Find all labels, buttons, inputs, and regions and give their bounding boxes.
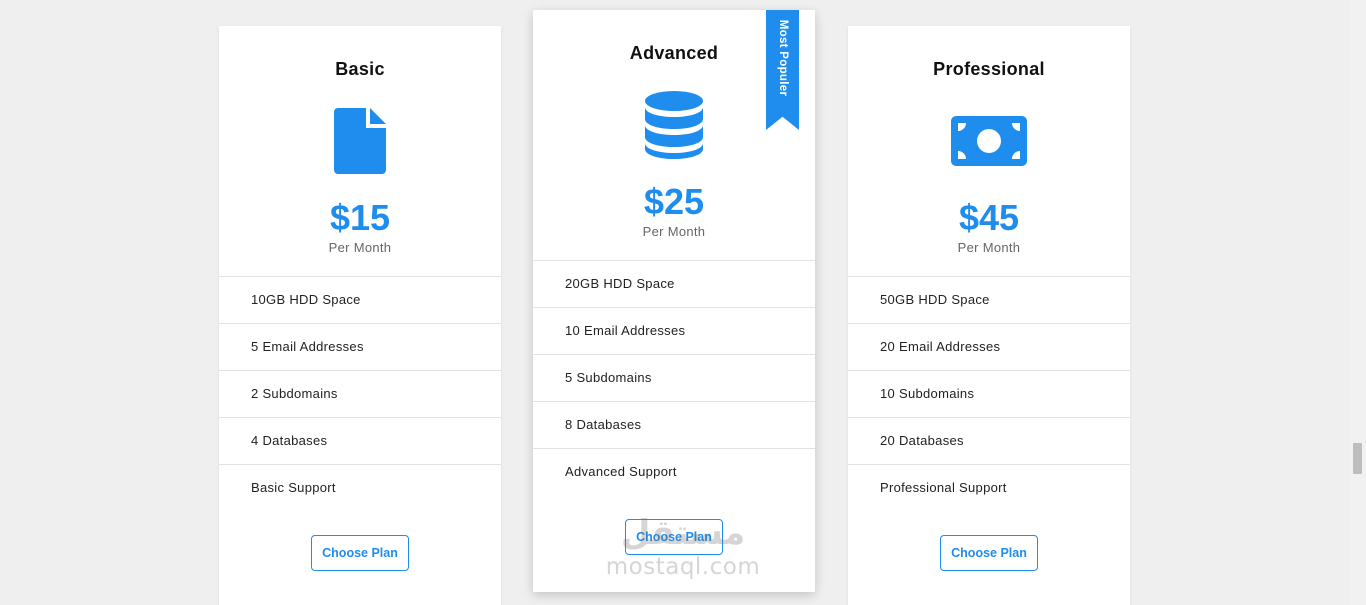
file-icon (320, 106, 400, 176)
plan-period: Per Month (328, 240, 392, 255)
database-icon (634, 90, 714, 160)
feature-list: 20GB HDD Space 10 Email Addresses 5 Subd… (533, 260, 815, 495)
plan-title: Basic (335, 59, 385, 79)
plan-card-basic: Basic $15 Per Month 10GB HDD Space 5 Ema… (219, 26, 501, 605)
choose-plan-button-professional[interactable]: Choose Plan (940, 535, 1038, 571)
button-wrap: Choose Plan (848, 535, 1130, 571)
feature-item: 2 Subdomains (219, 371, 501, 418)
scrollbar-thumb[interactable] (1353, 443, 1362, 474)
feature-item: 20 Email Addresses (848, 324, 1130, 371)
feature-item: 10 Subdomains (848, 371, 1130, 418)
plan-period: Per Month (642, 224, 706, 239)
plan-header: Advanced $25 Per Month (533, 10, 815, 260)
feature-item: Basic Support (251, 480, 336, 495)
feature-item: 10GB HDD Space (219, 277, 501, 324)
feature-list: 10GB HDD Space 5 Email Addresses 2 Subdo… (219, 276, 501, 511)
plan-price: $15 (329, 197, 391, 238)
plan-header: Professional $45 Per Month (848, 26, 1130, 276)
feature-item: Advanced Support (565, 464, 677, 479)
plan-title: Advanced (629, 43, 719, 63)
feature-item: 8 Databases (533, 402, 815, 449)
plan-card-professional: Professional $45 Per Month 50GB HDD Spac… (848, 26, 1130, 605)
button-wrap: Choose Plan (219, 535, 501, 571)
plan-period: Per Month (957, 240, 1021, 255)
feature-item: 5 Email Addresses (219, 324, 501, 371)
feature-item: 5 Subdomains (533, 355, 815, 402)
plan-card-advanced: Most Populer Advanced $25 Per Month 20GB… (533, 10, 815, 592)
plan-header: Basic $15 Per Month (219, 26, 501, 276)
feature-item: 50GB HDD Space (848, 277, 1130, 324)
feature-list: 50GB HDD Space 20 Email Addresses 10 Sub… (848, 276, 1130, 511)
feature-item: Professional Support (880, 480, 1007, 495)
button-wrap: Choose Plan (533, 519, 815, 555)
feature-item: 20 Databases (848, 418, 1130, 465)
money-bill-icon (949, 106, 1029, 176)
choose-plan-button-basic[interactable]: Choose Plan (311, 535, 409, 571)
feature-item: 20GB HDD Space (533, 261, 815, 308)
feature-item: 4 Databases (219, 418, 501, 465)
feature-item: 10 Email Addresses (533, 308, 815, 355)
choose-plan-button-advanced[interactable]: Choose Plan (625, 519, 723, 555)
plan-price: $25 (643, 181, 705, 222)
scrollbar[interactable] (1349, 0, 1366, 605)
plan-title: Professional (933, 59, 1045, 79)
plan-price: $45 (958, 197, 1020, 238)
pricing-page: Basic $15 Per Month 10GB HDD Space 5 Ema… (0, 0, 1366, 605)
